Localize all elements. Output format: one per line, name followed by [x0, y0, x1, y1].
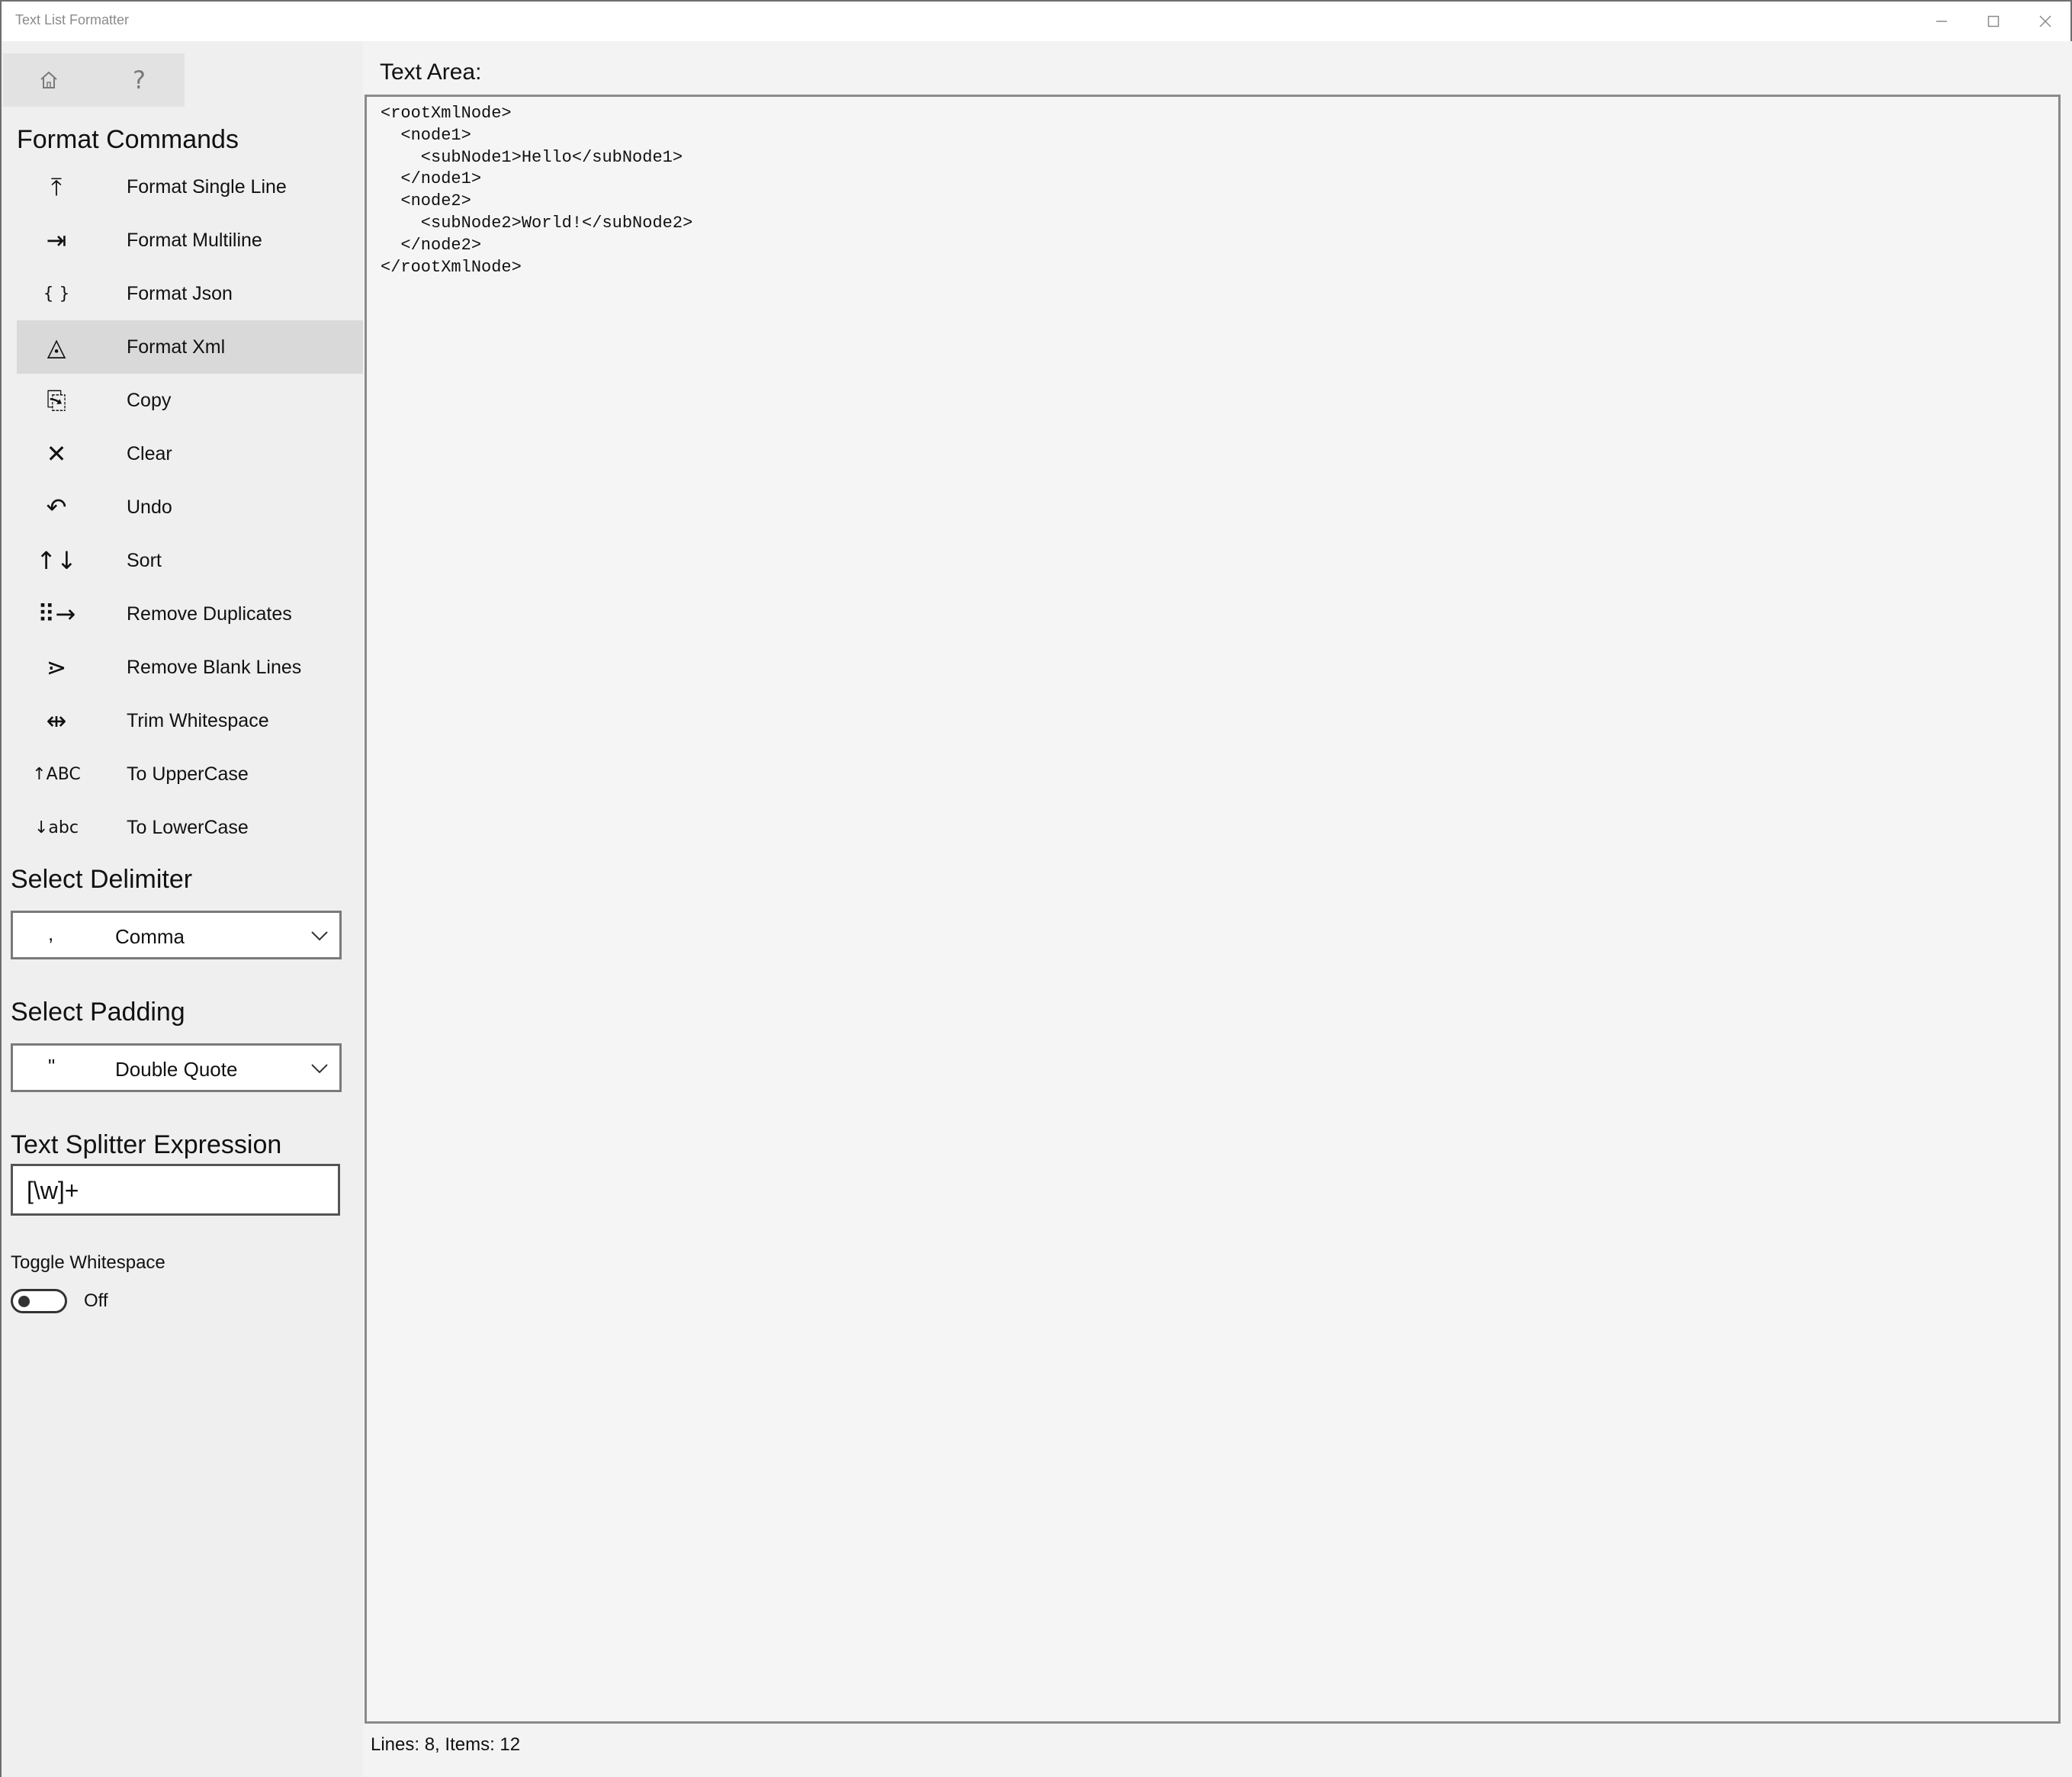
command-label: Format Xml [127, 336, 226, 358]
remove-blank-lines-icon: ⋗ [46, 653, 67, 682]
format-multiline-icon: ⇥ [46, 226, 67, 255]
uppercase-icon: ↑ABC [32, 764, 81, 784]
main-panel: Text Area: <rootXmlNode> <node1> <subNod… [363, 41, 2072, 1777]
chevron-down-icon [311, 1064, 328, 1074]
command-label: To UpperCase [127, 763, 249, 785]
command-label: Clear [127, 442, 172, 464]
format-single-line-icon: ⤒ [50, 172, 63, 201]
braces-icon: { } [43, 284, 70, 304]
delimiter-title: Select Delimiter [11, 865, 193, 894]
home-button[interactable] [3, 53, 94, 107]
copy-icon: ⎘ [47, 385, 66, 415]
text-area[interactable]: <rootXmlNode> <node1> <subNode1>Hello</s… [365, 95, 2061, 1724]
padding-title: Select Padding [11, 998, 185, 1027]
chevron-down-icon [311, 931, 328, 941]
command-copy[interactable]: ⎘ Copy [17, 374, 363, 427]
delimiter-dropdown[interactable]: , Comma [11, 911, 342, 959]
text-area-label: Text Area: [380, 59, 482, 85]
command-label: To LowerCase [127, 816, 249, 838]
padding-symbol: " [48, 1055, 56, 1078]
command-label: Undo [127, 496, 172, 518]
command-label: Sort [127, 549, 162, 571]
sort-icon: ↑↓ [36, 546, 77, 575]
title-bar: Text List Formatter [2, 2, 2070, 41]
command-to-uppercase[interactable]: ↑ABC To UpperCase [17, 747, 363, 801]
format-commands-title: Format Commands [17, 125, 239, 154]
toggle-state-label: Off [84, 1290, 108, 1311]
clear-icon: ✕ [46, 439, 67, 468]
command-format-single-line[interactable]: ⤒ Format Single Line [17, 160, 363, 214]
undo-icon: ↶ [46, 493, 67, 522]
sidebar: ? Format Commands ⤒ Format Single Line ⇥ Fo… [2, 41, 363, 1777]
command-label: Trim Whitespace [127, 709, 269, 731]
home-icon [40, 71, 57, 88]
delimiter-symbol: , [48, 922, 54, 945]
command-format-multiline[interactable]: ⇥ Format Multiline [17, 214, 363, 267]
help-button[interactable]: ? [94, 53, 185, 107]
padding-value: Double Quote [115, 1058, 238, 1081]
command-remove-duplicates[interactable]: ⠿→ Remove Duplicates [17, 587, 363, 641]
command-label: Format Single Line [127, 175, 287, 198]
toggle-whitespace-switch[interactable] [11, 1289, 67, 1313]
delimiter-value: Comma [115, 925, 185, 948]
lowercase-icon: ↓abc [34, 818, 79, 837]
maximize-icon [1987, 15, 2000, 27]
command-remove-blank-lines[interactable]: ⋗ Remove Blank Lines [17, 641, 363, 694]
xml-triangle-icon: ◬ [47, 333, 66, 362]
window-title: Text List Formatter [15, 12, 130, 27]
command-label: Format Multiline [127, 229, 262, 251]
command-sort[interactable]: ↑↓ Sort [17, 534, 363, 587]
remove-duplicates-icon: ⠿→ [37, 599, 76, 628]
toggle-whitespace-label: Toggle Whitespace [11, 1252, 165, 1273]
command-to-lowercase[interactable]: ↓abc To LowerCase [17, 801, 363, 854]
close-icon [2039, 15, 2051, 27]
command-label: Copy [127, 389, 172, 411]
top-buttons: ? [3, 53, 185, 107]
minimize-button[interactable] [1916, 2, 1968, 41]
help-icon: ? [133, 66, 146, 95]
splitter-title: Text Splitter Expression [11, 1130, 282, 1159]
command-format-xml[interactable]: ◬ Format Xml [17, 320, 363, 374]
app-window: Text List Formatter ? Format Commands ⤒ F… [0, 0, 2072, 1777]
trim-whitespace-icon: ⇹ [46, 706, 67, 735]
command-clear[interactable]: ✕ Clear [17, 427, 363, 480]
close-button[interactable] [2019, 2, 2071, 41]
toggle-knob [18, 1296, 30, 1307]
command-format-json[interactable]: { } Format Json [17, 267, 363, 320]
command-label: Remove Duplicates [127, 603, 292, 625]
status-bar: Lines: 8, Items: 12 [371, 1734, 521, 1755]
maximize-button[interactable] [1968, 2, 2019, 41]
splitter-expression-input[interactable]: [\w]+ [11, 1164, 340, 1216]
command-trim-whitespace[interactable]: ⇹ Trim Whitespace [17, 694, 363, 747]
command-undo[interactable]: ↶ Undo [17, 480, 363, 534]
command-label: Format Json [127, 282, 233, 304]
command-label: Remove Blank Lines [127, 656, 302, 678]
padding-dropdown[interactable]: " Double Quote [11, 1043, 342, 1092]
minimize-icon [1936, 21, 1947, 22]
